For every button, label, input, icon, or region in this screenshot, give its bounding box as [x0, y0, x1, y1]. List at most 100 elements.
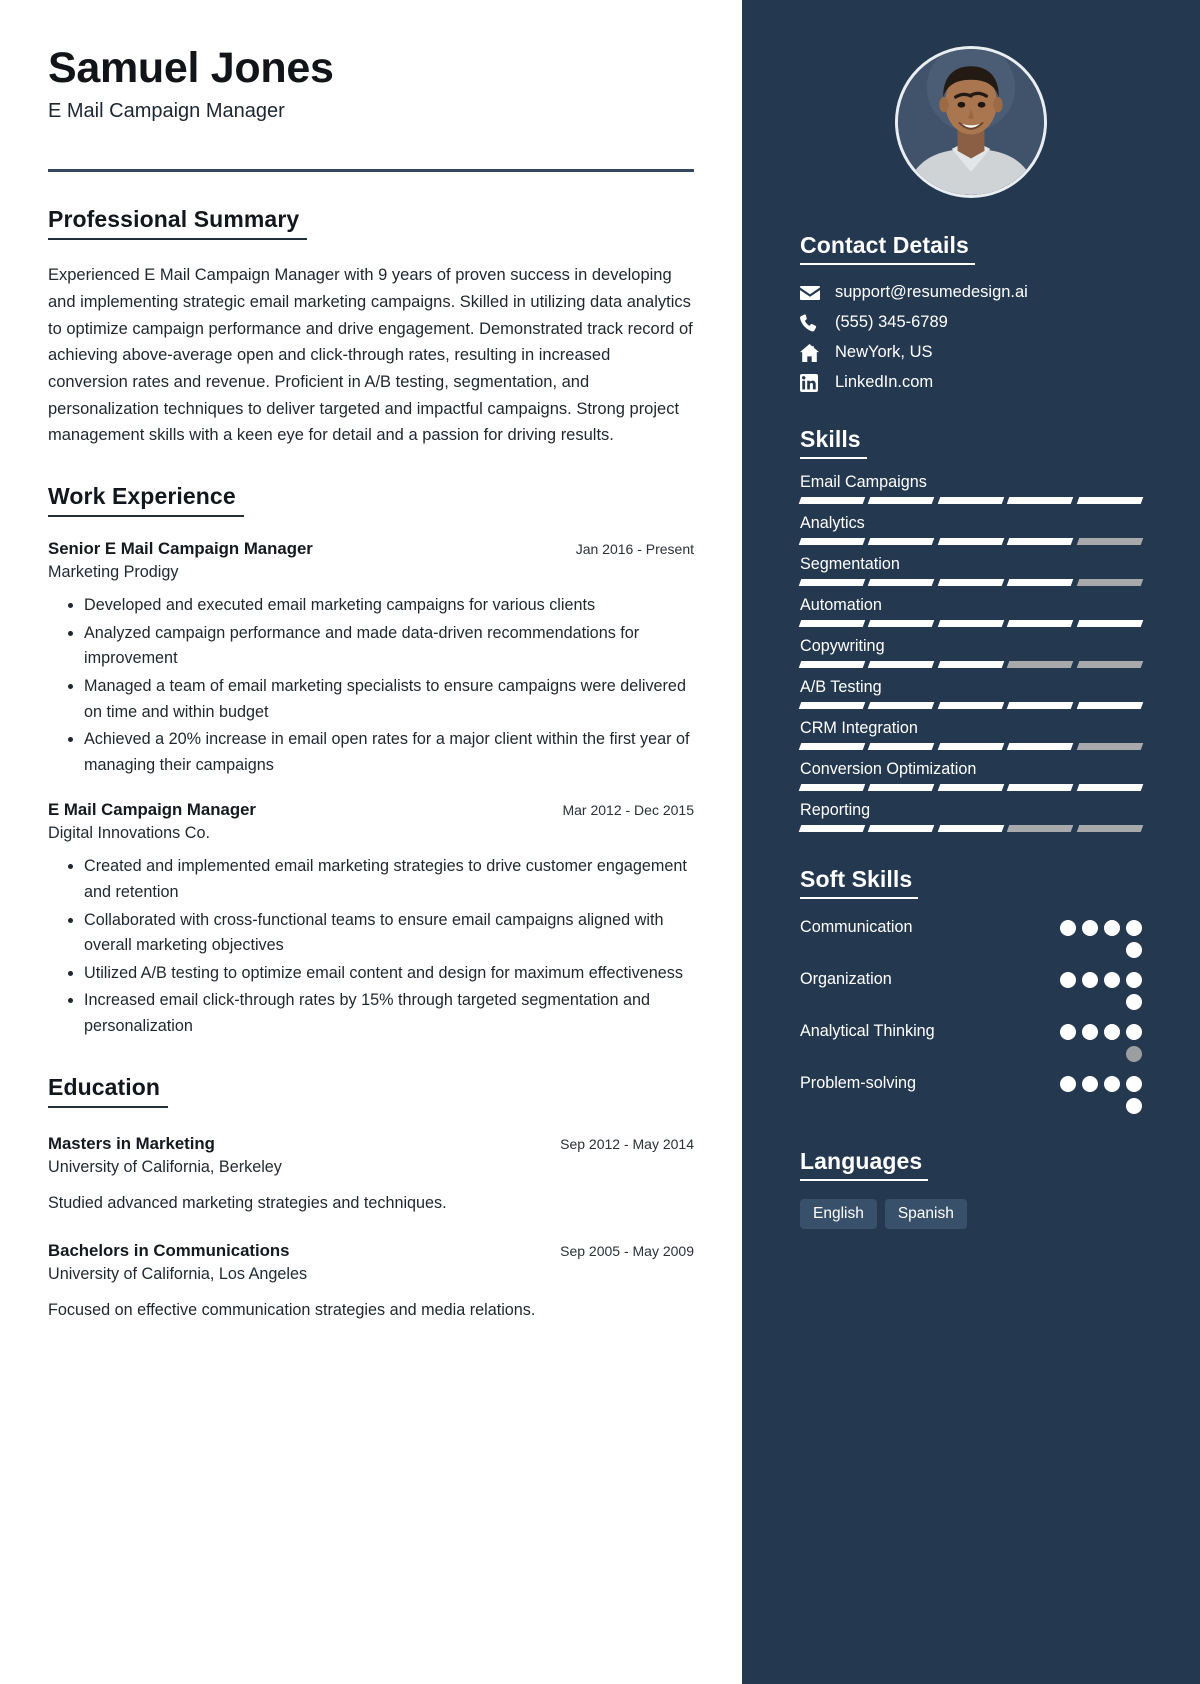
skill-name: Conversion Optimization — [800, 760, 977, 778]
work-entry-bullets: Developed and executed email marketing c… — [48, 593, 694, 778]
skill-segment — [868, 579, 936, 586]
skill-level-bar — [798, 497, 1144, 504]
contact-details-section: Contact Details support@resumedesign.ai (… — [800, 232, 1142, 392]
skill-level-bar — [798, 702, 1144, 709]
soft-skill-dot — [1126, 1076, 1142, 1092]
soft-skills-list: Communication Organization Analytical Thin… — [800, 915, 1142, 1114]
skill-name: Reporting — [800, 801, 871, 819]
education-entry: Masters in Marketing Sep 2012 - May 2014 U… — [48, 1134, 694, 1215]
skill-item: Conversion Optimization — [798, 760, 1144, 791]
education-section: Education Masters in Marketing Sep 2012 -… — [48, 1074, 694, 1323]
skill-segment — [798, 620, 866, 627]
soft-skill-rating — [1048, 915, 1142, 958]
avatar — [895, 46, 1047, 198]
soft-skill-dot — [1104, 1076, 1120, 1092]
skill-level-bar — [798, 579, 1144, 586]
contact-row[interactable]: support@resumedesign.ai — [800, 283, 1142, 302]
soft-skill-rating — [1048, 1071, 1142, 1114]
skill-segment — [1076, 497, 1144, 504]
skill-segment — [1076, 784, 1144, 791]
skill-segment — [1006, 620, 1074, 627]
skill-segment — [798, 702, 866, 709]
skill-segment — [868, 702, 936, 709]
soft-skill-item: Communication — [800, 915, 1142, 958]
skill-segment — [937, 538, 1005, 545]
skill-item: A/B Testing — [798, 678, 1144, 709]
skill-segment — [798, 825, 866, 832]
skill-segment — [1076, 702, 1144, 709]
education-entry-header: Masters in Marketing Sep 2012 - May 2014 — [48, 1134, 694, 1154]
skill-item: Reporting — [798, 801, 1144, 832]
skill-item: Automation — [798, 596, 1144, 627]
soft-skill-dot — [1126, 1024, 1142, 1040]
work-experience-list: Senior E Mail Campaign Manager Jan 2016 -… — [48, 539, 694, 1039]
soft-skill-dot — [1104, 920, 1120, 936]
soft-skill-dot — [1126, 920, 1142, 936]
skill-level-bar — [798, 538, 1144, 545]
skills-heading: Skills — [800, 426, 867, 459]
soft-skill-dot — [1082, 920, 1098, 936]
skill-segment — [868, 620, 936, 627]
soft-skill-dot — [1082, 1076, 1098, 1092]
education-description: Studied advanced marketing strategies an… — [48, 1193, 447, 1212]
linkedin-icon — [800, 373, 824, 392]
work-experience-section: Work Experience Senior E Mail Campaign M… — [48, 483, 694, 1039]
resume-page: Samuel Jones E Mail Campaign Manager Pro… — [0, 0, 1200, 1684]
candidate-name: Samuel Jones — [48, 44, 334, 92]
skill-segment — [1006, 702, 1074, 709]
soft-skill-dot — [1082, 972, 1098, 988]
soft-skill-dot — [1126, 1098, 1142, 1114]
work-bullet: Managed a team of email marketing specia… — [84, 674, 694, 725]
skill-segment — [798, 661, 866, 668]
contact-value: NewYork, US — [835, 343, 933, 361]
skill-segment — [937, 661, 1005, 668]
work-bullet: Developed and executed email marketing c… — [84, 593, 694, 619]
soft-skill-dot — [1082, 1024, 1098, 1040]
skill-name: Segmentation — [800, 555, 900, 573]
skill-segment — [1006, 661, 1074, 668]
header-divider — [48, 169, 694, 173]
education-entry-header: Bachelors in Communications Sep 2005 - Ma… — [48, 1241, 694, 1261]
education-date: Sep 2005 - May 2009 — [560, 1242, 694, 1259]
contact-value: LinkedIn.com — [835, 373, 934, 391]
skill-segment — [1076, 661, 1144, 668]
skill-segment — [798, 538, 866, 545]
skill-segment — [868, 784, 936, 791]
skill-segment — [1076, 579, 1144, 586]
contact-row[interactable]: NewYork, US — [800, 343, 1142, 362]
soft-skill-rating — [1048, 1019, 1142, 1062]
skill-item: Analytics — [798, 514, 1144, 545]
skill-item: CRM Integration — [798, 719, 1144, 750]
education-entry: Bachelors in Communications Sep 2005 - Ma… — [48, 1241, 694, 1322]
education-description: Focused on effective communication strat… — [48, 1300, 536, 1319]
page-header: Samuel Jones E Mail Campaign Manager — [48, 44, 694, 123]
skill-segment — [1006, 743, 1074, 750]
soft-skill-dot — [1104, 1024, 1120, 1040]
work-entry-organization: Marketing Prodigy — [48, 563, 179, 582]
skill-segment — [1006, 538, 1074, 545]
skill-segment — [1006, 497, 1074, 504]
contact-row[interactable]: (555) 345-6789 — [800, 313, 1142, 332]
soft-skill-item: Organization — [800, 967, 1142, 1010]
soft-skill-item: Problem-solving — [800, 1071, 1142, 1114]
contact-value: support@resumedesign.ai — [835, 283, 1028, 301]
language-pill: English — [800, 1199, 877, 1229]
skill-item: Email Campaigns — [798, 473, 1144, 504]
skill-segment — [1076, 825, 1144, 832]
skill-segment — [937, 743, 1005, 750]
skill-segment — [798, 743, 866, 750]
skill-name: CRM Integration — [800, 719, 918, 737]
contact-value: (555) 345-6789 — [835, 313, 948, 331]
skill-level-bar — [798, 825, 1144, 832]
work-entry-date: Jan 2016 - Present — [575, 541, 694, 558]
soft-skill-dot — [1126, 1046, 1142, 1062]
contact-details-heading: Contact Details — [800, 232, 975, 265]
contact-row[interactable]: LinkedIn.com — [800, 373, 1142, 392]
skill-item: Segmentation — [798, 555, 1144, 586]
skill-segment — [937, 497, 1005, 504]
soft-skill-dot — [1126, 942, 1142, 958]
languages-heading: Languages — [800, 1148, 929, 1181]
resume-main-column: Samuel Jones E Mail Campaign Manager Pro… — [0, 0, 742, 1684]
soft-skill-dot — [1060, 920, 1076, 936]
skill-segment — [1076, 538, 1144, 545]
